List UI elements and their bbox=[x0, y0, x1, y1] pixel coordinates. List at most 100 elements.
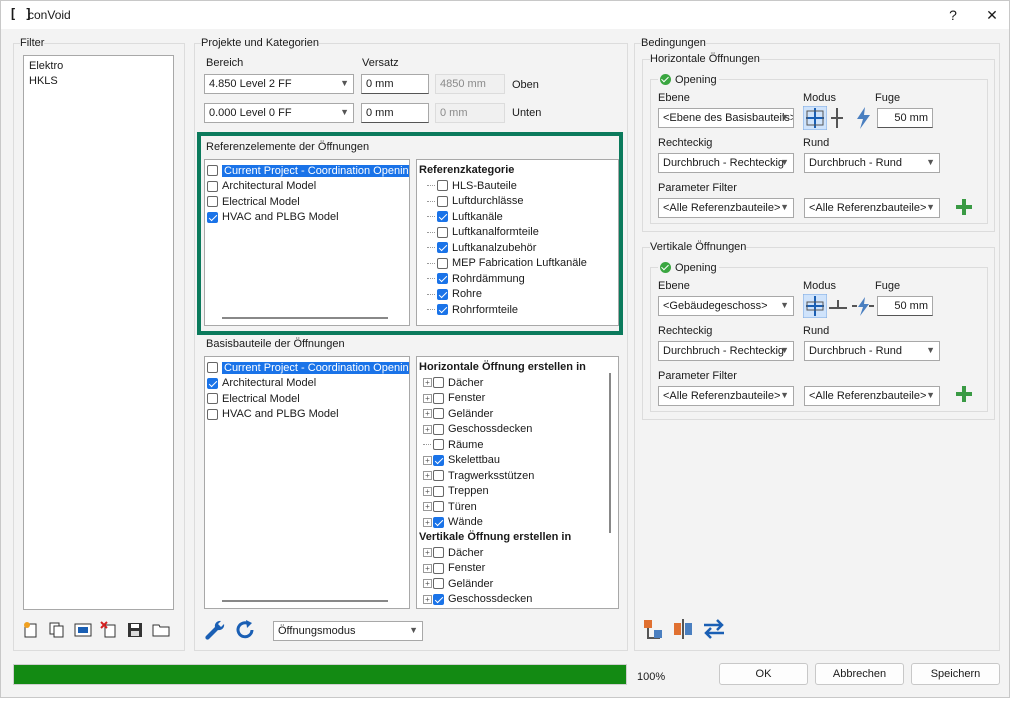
category-checkbox[interactable] bbox=[437, 211, 448, 222]
category-checkbox[interactable] bbox=[437, 257, 448, 269]
reference-model-scrollbar[interactable] bbox=[222, 317, 388, 319]
v-rund-select[interactable]: Durchbruch - Rund ▼ bbox=[804, 341, 940, 361]
category-item[interactable]: + Fenster bbox=[423, 561, 485, 576]
category-checkbox[interactable] bbox=[437, 195, 448, 207]
category-item[interactable]: Rohre bbox=[427, 287, 482, 302]
base-category-list[interactable]: Horizontale Öffnung erstellen in + Dächer +… bbox=[416, 356, 619, 609]
v-fuge-input[interactable]: 50 mm bbox=[877, 296, 933, 316]
category-checkbox[interactable] bbox=[433, 516, 444, 528]
expand-icon[interactable]: + bbox=[423, 486, 432, 496]
v-add-filter-icon[interactable] bbox=[956, 386, 972, 402]
category-checkbox[interactable] bbox=[437, 304, 448, 315]
model-item[interactable]: HVAC and PLBG Model bbox=[207, 210, 339, 225]
filter-list[interactable]: Elektro HKLS bbox=[23, 55, 174, 610]
model-item[interactable]: HVAC and PLBG Model bbox=[207, 407, 339, 422]
v-rechteckig-select[interactable]: Durchbruch - Rechteckig ▼ bbox=[658, 341, 794, 361]
filter-item[interactable]: Elektro bbox=[29, 58, 63, 73]
model-checkbox[interactable] bbox=[207, 180, 218, 192]
category-checkbox[interactable] bbox=[437, 180, 448, 191]
align-settings-icon[interactable] bbox=[672, 618, 694, 640]
top-level-select[interactable]: 4.850 Level 2 FF ▼ bbox=[204, 74, 354, 94]
save-filter-icon[interactable] bbox=[126, 621, 144, 639]
h-ebene-select[interactable]: <Ebene des Basisbauteils> ▼ bbox=[658, 108, 794, 128]
model-checkbox[interactable] bbox=[207, 196, 218, 207]
close-button[interactable]: ✕ bbox=[980, 5, 1004, 25]
opening-mode-select[interactable]: Öffnungsmodus ▼ bbox=[273, 621, 423, 641]
category-checkbox[interactable] bbox=[433, 593, 444, 605]
expand-icon[interactable]: + bbox=[423, 594, 432, 604]
category-checkbox[interactable] bbox=[437, 226, 448, 238]
category-item[interactable]: Luftkanalformteile bbox=[427, 225, 539, 240]
category-checkbox[interactable] bbox=[433, 423, 444, 435]
category-checkbox[interactable] bbox=[433, 470, 444, 481]
category-checkbox[interactable] bbox=[433, 547, 444, 558]
expand-icon[interactable]: + bbox=[423, 393, 432, 403]
category-item[interactable]: + Geländer bbox=[423, 576, 493, 591]
category-checkbox[interactable] bbox=[437, 288, 448, 300]
bottom-offset-input[interactable]: 0 mm bbox=[361, 103, 429, 123]
expand-icon[interactable]: + bbox=[423, 579, 432, 588]
h-mode-lightning-icon[interactable] bbox=[853, 106, 873, 130]
model-checkbox[interactable] bbox=[207, 165, 218, 176]
help-button[interactable]: ? bbox=[941, 5, 965, 25]
v-ebene-select[interactable]: <Gebäudegeschoss> ▼ bbox=[658, 296, 794, 316]
category-item[interactable]: + Dächer bbox=[423, 375, 483, 390]
wrench-icon[interactable] bbox=[203, 618, 227, 642]
bottom-level-select[interactable]: 0.000 Level 0 FF ▼ bbox=[204, 103, 354, 123]
v-mode-edge-icon[interactable] bbox=[827, 294, 849, 318]
rename-filter-icon[interactable] bbox=[74, 621, 92, 639]
expand-icon[interactable]: + bbox=[423, 548, 432, 557]
model-item[interactable]: Electrical Model bbox=[207, 194, 300, 209]
copy-filter-icon[interactable] bbox=[48, 621, 66, 639]
category-item[interactable]: Luftkanäle bbox=[427, 209, 503, 224]
category-item[interactable]: + Tragwerksstützen bbox=[423, 468, 534, 483]
category-checkbox[interactable] bbox=[433, 578, 444, 589]
category-item[interactable]: Luftkanalzubehör bbox=[427, 240, 536, 255]
h-mode-center-icon[interactable] bbox=[803, 106, 827, 130]
category-item[interactable]: + Geländer bbox=[423, 406, 493, 421]
expand-icon[interactable]: + bbox=[423, 378, 432, 387]
base-model-scrollbar[interactable] bbox=[222, 600, 388, 602]
category-item[interactable]: + Geschossdecken bbox=[423, 422, 532, 437]
import-settings-icon[interactable] bbox=[642, 618, 664, 640]
category-item[interactable]: HLS-Bauteile bbox=[427, 178, 517, 193]
save-button[interactable]: Speichern bbox=[911, 663, 1000, 685]
swap-icon[interactable] bbox=[702, 618, 726, 640]
category-checkbox[interactable] bbox=[433, 562, 444, 574]
model-item[interactable]: Current Project - Coordination Openings bbox=[207, 360, 409, 375]
h-add-filter-icon[interactable] bbox=[956, 199, 972, 215]
top-offset-input[interactable]: 0 mm bbox=[361, 74, 429, 94]
category-checkbox[interactable] bbox=[433, 454, 444, 466]
category-item[interactable]: + Dächer bbox=[423, 545, 483, 560]
h-rechteckig-select[interactable]: Durchbruch - Rechteckig ▼ bbox=[658, 153, 794, 173]
expand-icon[interactable]: + bbox=[423, 517, 432, 527]
category-checkbox[interactable] bbox=[433, 485, 444, 497]
category-item[interactable]: + Geschossdecken bbox=[423, 592, 532, 607]
v-param-select-a[interactable]: <Alle Referenzbauteile> ▼ bbox=[658, 386, 794, 406]
expand-icon[interactable]: + bbox=[423, 409, 432, 418]
expand-icon[interactable]: + bbox=[423, 471, 432, 480]
model-item[interactable]: Architectural Model bbox=[207, 179, 316, 194]
category-checkbox[interactable] bbox=[437, 273, 448, 284]
expand-icon[interactable]: + bbox=[423, 424, 432, 434]
h-param-select-a[interactable]: <Alle Referenzbauteile> ▼ bbox=[658, 198, 794, 218]
model-item[interactable]: Electrical Model bbox=[207, 391, 300, 406]
v-param-select-b[interactable]: <Alle Referenzbauteile> ▼ bbox=[804, 386, 940, 406]
cancel-button[interactable]: Abbrechen bbox=[815, 663, 904, 685]
category-item[interactable]: + Skelettbau bbox=[423, 453, 500, 468]
model-checkbox[interactable] bbox=[207, 393, 218, 404]
h-fuge-input[interactable]: 50 mm bbox=[877, 108, 933, 128]
category-checkbox[interactable] bbox=[433, 501, 444, 512]
new-filter-icon[interactable] bbox=[22, 621, 40, 639]
h-rund-select[interactable]: Durchbruch - Rund ▼ bbox=[804, 153, 940, 173]
expand-icon[interactable]: + bbox=[423, 502, 432, 511]
category-checkbox[interactable] bbox=[433, 392, 444, 404]
v-mode-lightning-icon[interactable] bbox=[851, 294, 875, 318]
category-checkbox[interactable] bbox=[433, 408, 444, 419]
category-checkbox[interactable] bbox=[437, 242, 448, 253]
filter-item[interactable]: HKLS bbox=[29, 73, 58, 88]
reference-model-list[interactable]: Current Project - Coordination Openings A… bbox=[204, 159, 410, 326]
delete-filter-icon[interactable] bbox=[100, 621, 118, 639]
v-mode-center-icon[interactable] bbox=[803, 294, 827, 318]
h-param-select-b[interactable]: <Alle Referenzbauteile> ▼ bbox=[804, 198, 940, 218]
